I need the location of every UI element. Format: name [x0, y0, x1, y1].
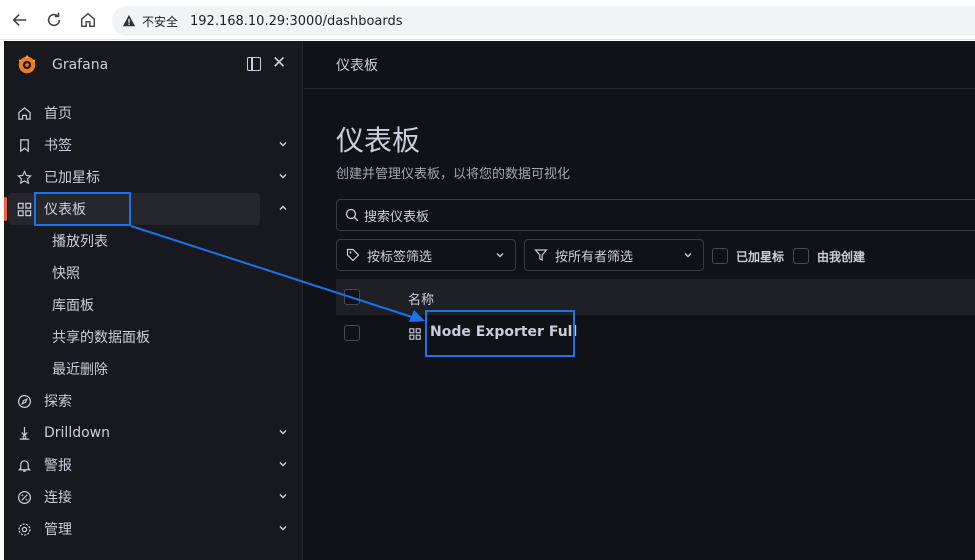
browser-toolbar: 不安全 192.168.10.29:3000/dashboards [0, 0, 975, 40]
search-placeholder: 搜索仪表板 [364, 209, 430, 225]
tag-icon [346, 248, 360, 262]
nav-item-label: 首页 [44, 106, 72, 122]
sub-item-library-panels[interactable]: 库面板 [4, 289, 303, 321]
nav-item-label: 警报 [44, 458, 72, 474]
nav-item-label: 书签 [44, 138, 72, 154]
home-browser-icon[interactable] [74, 6, 102, 34]
reload-icon[interactable] [40, 6, 68, 34]
chevron-down-icon[interactable] [277, 490, 289, 502]
sub-item-playlists[interactable]: 播放列表 [4, 225, 303, 257]
security-label: 不安全 [142, 14, 179, 29]
compass-icon [16, 393, 32, 409]
brand-name: Grafana [52, 57, 109, 73]
close-icon[interactable]: ✕ [272, 53, 286, 73]
filter-icon [534, 249, 548, 261]
nav-item-connections[interactable]: 连接 [4, 481, 303, 513]
grafana-logo-icon[interactable] [16, 54, 38, 76]
owner-filter-label: 按所有者筛选 [555, 249, 634, 265]
page-subtitle: 创建并管理仪表板，以将您的数据可视化 [336, 167, 571, 182]
chevron-down-icon[interactable] [277, 170, 289, 182]
row-checkbox[interactable] [344, 325, 360, 341]
nav-item-explore[interactable]: 探索 [4, 385, 303, 417]
star-icon [16, 169, 32, 185]
nav-item-label: Drilldown [44, 425, 110, 441]
chevron-down-icon[interactable] [277, 522, 289, 534]
address-bar[interactable]: 不安全 192.168.10.29:3000/dashboards [112, 6, 975, 36]
starred-checkbox-label: 已加星标 [736, 250, 785, 264]
tag-filter-label: 按标签筛选 [367, 249, 433, 265]
nav-item-administration[interactable]: 管理 [4, 513, 303, 545]
breadcrumb-item[interactable]: 仪表板 [336, 55, 378, 75]
starred-checkbox[interactable] [712, 248, 728, 264]
link-icon [16, 489, 32, 505]
nav-item-home[interactable]: 首页 [4, 97, 303, 129]
drilldown-icon [16, 425, 32, 441]
url-text[interactable]: 192.168.10.29:3000/dashboards [190, 14, 403, 29]
nav-item-starred[interactable]: 已加星标 [4, 161, 303, 193]
nav-item-label: 管理 [44, 522, 72, 538]
chevron-up-icon[interactable] [277, 202, 289, 214]
apps-icon [409, 328, 421, 340]
cog-icon [16, 521, 32, 537]
warning-icon [122, 14, 136, 27]
highlight-box-dashboards [34, 192, 131, 226]
search-icon [345, 208, 359, 222]
grafana-app: Grafana ✕ 首页 书签 已加星标 仪表板 播放列表 快照 库面板 共享的… [4, 41, 975, 560]
owner-filter-select[interactable]: 按所有者筛选 [524, 239, 704, 271]
chevron-down-icon [684, 253, 692, 258]
nav-item-alerting[interactable]: 警报 [4, 449, 303, 481]
sub-item-snapshots[interactable]: 快照 [4, 257, 303, 289]
tag-filter-select[interactable]: 按标签筛选 [336, 239, 516, 271]
nav-item-label: 探索 [44, 394, 72, 410]
page-title: 仪表板 [336, 124, 421, 157]
dock-menu-icon[interactable] [247, 57, 261, 71]
bell-icon [16, 457, 32, 473]
search-input[interactable]: 搜索仪表板 [336, 199, 975, 231]
nav-item-bookmarks[interactable]: 书签 [4, 129, 303, 161]
nav-menu: 首页 书签 已加星标 仪表板 播放列表 快照 库面板 共享的数据面板 最近删除 [4, 97, 303, 545]
main-content: 仪表板 仪表板 创建并管理仪表板，以将您的数据可视化 搜索仪表板 按标签筛选 按… [304, 41, 975, 560]
sub-item-shared-dashboards[interactable]: 共享的数据面板 [4, 321, 303, 353]
sidebar: Grafana ✕ 首页 书签 已加星标 仪表板 播放列表 快照 库面板 共享的… [4, 41, 303, 560]
bookmark-icon [16, 137, 32, 153]
column-header-name[interactable]: 名称 [408, 289, 434, 308]
chevron-down-icon[interactable] [277, 426, 289, 438]
apps-icon [16, 201, 32, 217]
select-all-checkbox[interactable] [344, 289, 360, 305]
breadcrumb: 仪表板 [304, 41, 975, 89]
chevron-down-icon [496, 253, 504, 258]
home-icon [16, 105, 32, 121]
highlight-box-dashboard-link [425, 310, 575, 357]
nav-item-drilldown[interactable]: Drilldown [4, 417, 303, 449]
created-by-me-checkbox-label: 由我创建 [817, 250, 866, 264]
back-icon[interactable] [6, 6, 34, 34]
chevron-down-icon[interactable] [277, 458, 289, 470]
created-by-me-checkbox[interactable] [793, 248, 809, 264]
sub-item-recently-deleted[interactable]: 最近删除 [4, 353, 303, 385]
nav-item-label: 连接 [44, 490, 72, 506]
chevron-down-icon[interactable] [277, 138, 289, 150]
nav-item-label: 已加星标 [44, 170, 100, 186]
